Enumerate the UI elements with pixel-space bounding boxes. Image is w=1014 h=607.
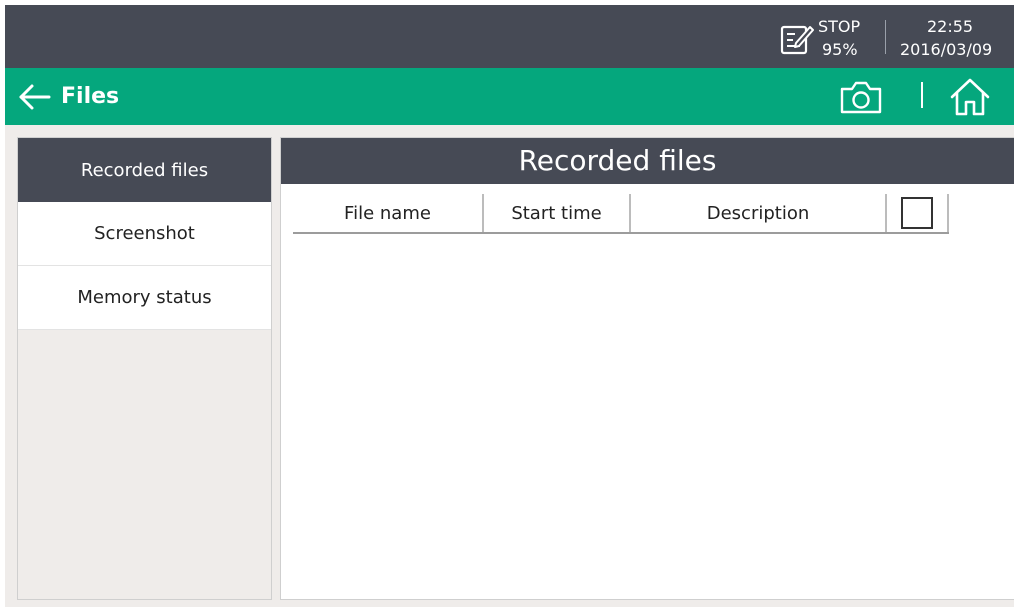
sidebar-item-memory-status[interactable]: Memory status	[18, 266, 271, 330]
table-header: File name Start time Description	[293, 194, 949, 234]
screenshot-button[interactable]	[838, 78, 884, 116]
clock-time: 22:55	[927, 17, 974, 36]
camera-icon	[840, 81, 882, 114]
back-arrow-icon	[19, 84, 51, 110]
column-header-select	[887, 194, 949, 232]
column-header-start-time[interactable]: Start time	[484, 194, 631, 232]
sidebar-item-recorded-files[interactable]: Recorded files	[18, 138, 271, 202]
status-divider	[885, 20, 886, 54]
back-button[interactable]: Files	[17, 78, 119, 116]
clock-date: 2016/03/09	[900, 40, 993, 59]
battery-level: 95%	[822, 40, 858, 59]
select-all-checkbox[interactable]	[901, 197, 933, 229]
sidebar-item-label: Memory status	[77, 287, 212, 308]
body-area: Recorded files Screenshot Memory status …	[5, 125, 1014, 607]
title-bar: Files	[5, 68, 1014, 125]
sidebar-item-screenshot[interactable]: Screenshot	[18, 202, 271, 266]
sidebar: Recorded files Screenshot Memory status	[17, 137, 272, 600]
home-button[interactable]	[948, 76, 992, 118]
screen: STOP 95% 22:55 2016/03/09 Files Recorded…	[0, 0, 1014, 607]
panel-title: Recorded files	[281, 138, 1014, 184]
record-settings-icon	[780, 25, 814, 55]
run-state-label: STOP	[818, 17, 861, 36]
sidebar-item-label: Screenshot	[94, 223, 195, 244]
files-panel: Recorded files File name Start time Desc…	[280, 137, 1014, 600]
page-title: Files	[61, 84, 120, 109]
column-header-file-name[interactable]: File name	[293, 194, 484, 232]
sidebar-item-label: Recorded files	[80, 159, 209, 181]
status-bar: STOP 95% 22:55 2016/03/09	[5, 5, 1014, 68]
home-icon	[950, 78, 990, 116]
header-divider	[921, 82, 923, 108]
column-header-description[interactable]: Description	[631, 194, 887, 232]
